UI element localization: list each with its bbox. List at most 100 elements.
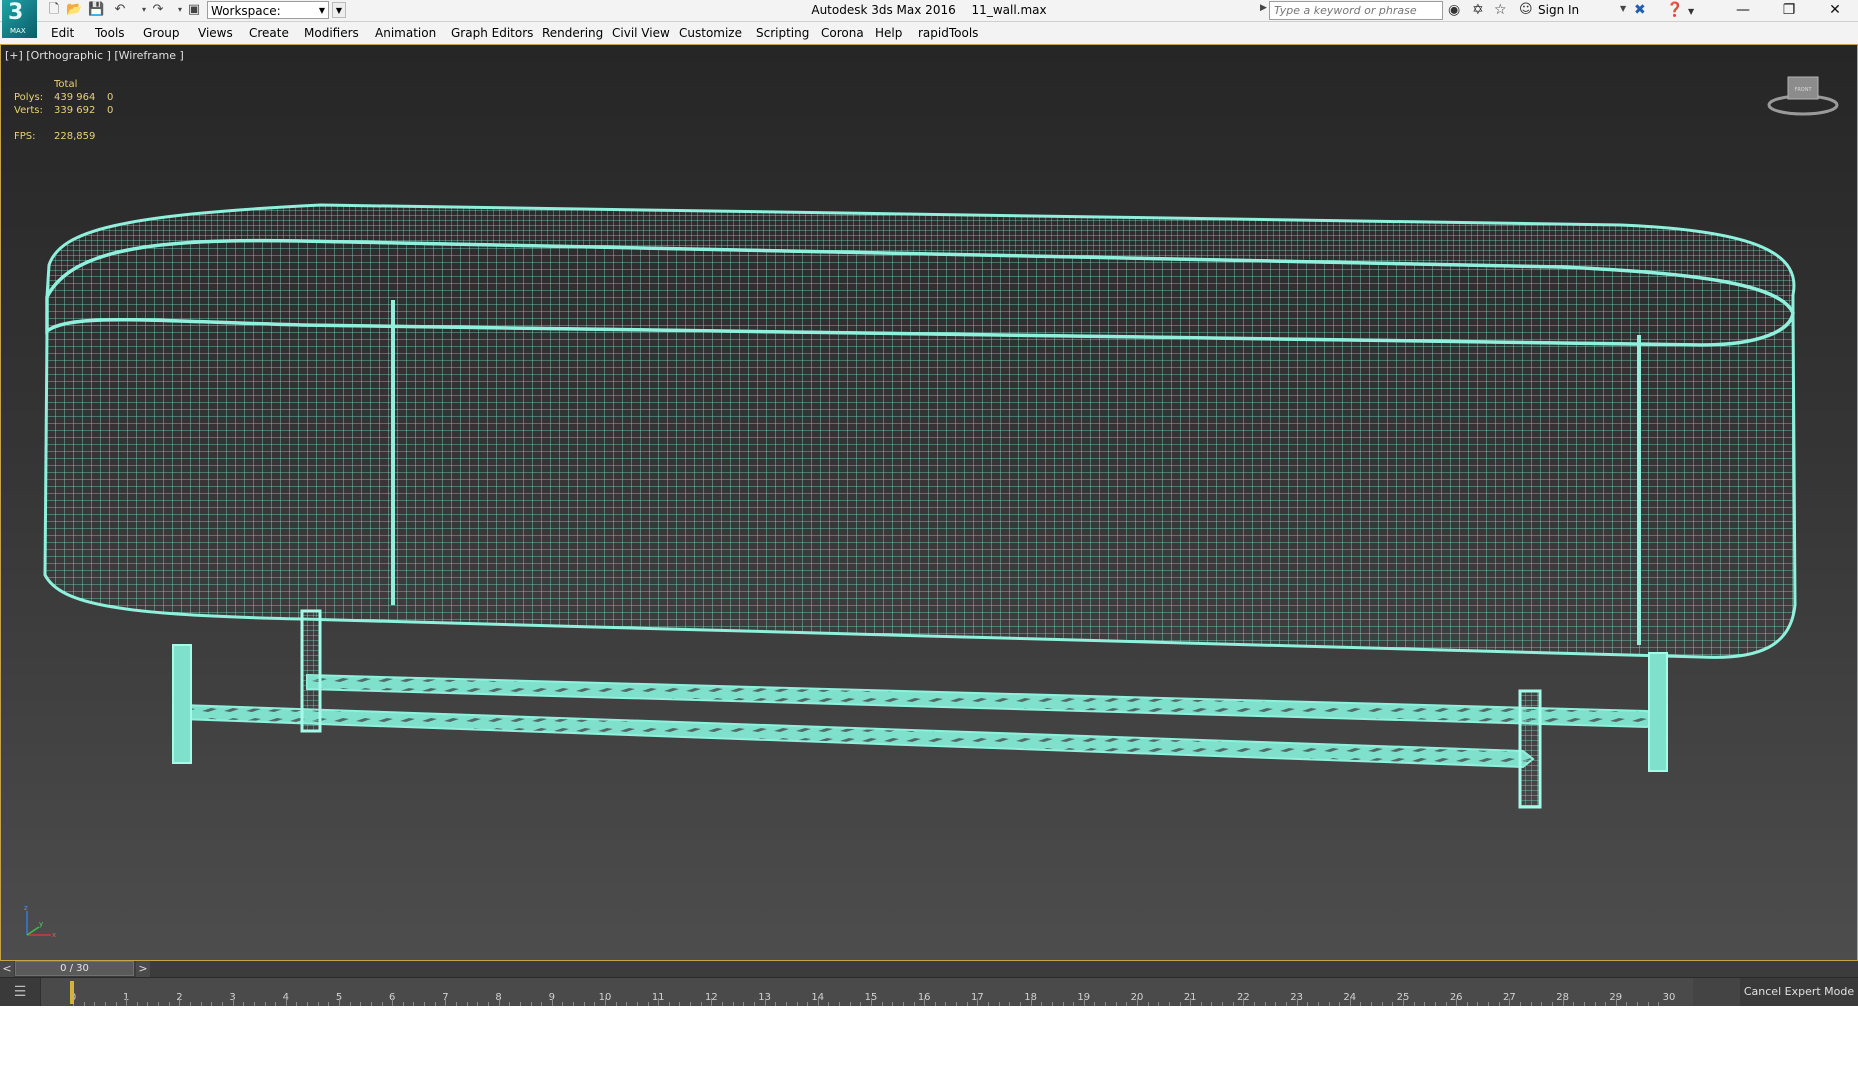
fps-value: 228,859 [54,131,96,142]
stats-header: Total [54,79,78,90]
menu-help[interactable]: Help [875,26,902,40]
frame-tick [126,998,128,1006]
cancel-expert-mode-button[interactable]: Cancel Expert Mode [1740,978,1858,1006]
frame-tick [1137,998,1138,1006]
help-dropdown-icon[interactable]: ▼ [1688,4,1694,20]
frame-tick [339,998,340,1006]
frame-tick [977,998,979,1006]
user-icon: ☺ [1519,2,1533,17]
menu-tools[interactable]: Tools [95,26,125,40]
current-frame-marker[interactable] [70,981,74,1004]
perspective-viewport[interactable]: [+] [Orthographic ] [Wireframe ] Total P… [0,44,1858,961]
frame-tick [1456,998,1458,1006]
frame-tick [764,998,766,1006]
restore-button[interactable]: ❐ [1766,0,1812,21]
frame-label: 30 [1662,992,1676,1003]
app-menu-button[interactable]: 3 MAX [2,0,37,38]
menu-edit[interactable]: Edit [51,26,74,40]
time-slider-next-button[interactable]: > [136,961,150,977]
frame-tick [1615,998,1617,1006]
open-mini-curve-editor-icon[interactable]: ☰ [0,978,40,1006]
app-logo-glyph: 3 [8,0,24,25]
frame-tick [871,998,872,1006]
frame-tick [1509,998,1511,1006]
frame-tick [1403,998,1404,1006]
frame-tick [924,998,926,1006]
axis-z-label: z [24,904,28,912]
leg-back-left [300,609,322,733]
frame-tick [551,998,553,1006]
frame-tick [392,998,394,1006]
file-name: 11_wall.max [971,3,1047,17]
menu-rendering[interactable]: Rendering [542,26,603,40]
window-title: Autodesk 3ds Max 2016 11_wall.max [0,3,1858,17]
empty-area [0,1006,1858,1080]
menu-bar: Edit Tools Group Views Create Modifiers … [0,22,1858,45]
frame-tick [1562,998,1564,1006]
track-timeline[interactable]: 0123456789101112131415161718192021222324… [40,978,1693,1006]
menu-group[interactable]: Group [143,26,180,40]
title-bar: 3 MAX 🗋 📂 💾 ↶ ▾ ↷ ▾ ▣ Workspace: Default… [0,0,1858,38]
menu-civil-view[interactable]: Civil View [612,26,670,40]
polys-label: Polys: [14,92,44,103]
verts-selected-value: 0 [107,105,114,116]
binoculars-icon[interactable]: ◉ [1448,2,1460,18]
menu-create[interactable]: Create [249,26,289,40]
favorites-star-icon[interactable]: ☆ [1494,2,1507,18]
verts-label: Verts: [14,105,43,116]
polys-value: 439 964 [54,92,96,103]
sign-in-dropdown-icon[interactable]: ▼ [1620,4,1626,13]
fps-label: FPS: [14,131,36,142]
menu-views[interactable]: Views [198,26,233,40]
frame-tick [1083,998,1085,1006]
frame-tick [1190,998,1192,1006]
leg-back-right [1648,652,1668,772]
subscription-center-icon[interactable]: ✡ [1472,2,1484,18]
menu-customize[interactable]: Customize [679,26,742,40]
frame-tick [179,998,181,1006]
frame-tick [1030,998,1032,1006]
frame-tick [1296,998,1298,1006]
frame-tick [605,998,606,1006]
menu-modifiers[interactable]: Modifiers [304,26,359,40]
close-button[interactable]: ✕ [1812,0,1858,21]
verts-value: 339 692 [54,105,96,116]
track-bar: ☰ 01234567891011121314151617181920212223… [0,978,1858,1006]
menu-scripting[interactable]: Scripting [756,26,809,40]
frame-tick [285,998,287,1006]
app-title: Autodesk 3ds Max 2016 [811,3,956,17]
wireframe-model [43,203,1797,809]
frame-tick [232,998,234,1006]
axis-x-label: x [52,931,56,939]
time-slider[interactable]: < 0 / 30 > [0,961,1858,978]
time-slider-thumb[interactable]: 0 / 30 [15,961,134,976]
frame-tick [445,998,447,1006]
frame-tick [817,998,819,1006]
axis-y-label: y [39,920,43,928]
polys-selected-value: 0 [107,92,114,103]
frame-tick [1243,998,1245,1006]
frame-tick [498,998,500,1006]
menu-rapidtools[interactable]: rapidTools [918,26,978,40]
frame-tick [658,998,660,1006]
menu-graph-editors[interactable]: Graph Editors [451,26,533,40]
viewcube[interactable]: FRONT [1767,75,1839,119]
leg-front-left [172,644,192,764]
leg-front-right [1518,689,1542,809]
minimize-button[interactable]: — [1720,0,1766,21]
app-logo-label: MAX [10,27,26,35]
menu-animation[interactable]: Animation [375,26,436,40]
time-slider-prev-button[interactable]: < [0,961,14,977]
exchange-apps-icon[interactable]: ✖ [1634,2,1646,18]
menu-corona[interactable]: Corona [821,26,864,40]
viewcube-face-label: FRONT [1794,87,1812,93]
search-expand-icon[interactable]: ▶ [1260,3,1267,13]
body-front-mesh [43,312,1797,659]
sign-in-link[interactable]: Sign In [1538,3,1579,17]
frame-tick [1349,998,1351,1006]
frame-tick [711,998,713,1006]
axis-tripod-icon: z x y [24,904,56,939]
help-icon[interactable]: ❓ [1666,2,1683,18]
search-input[interactable] [1269,1,1443,20]
viewport-label[interactable]: [+] [Orthographic ] [Wireframe ] [5,49,184,62]
